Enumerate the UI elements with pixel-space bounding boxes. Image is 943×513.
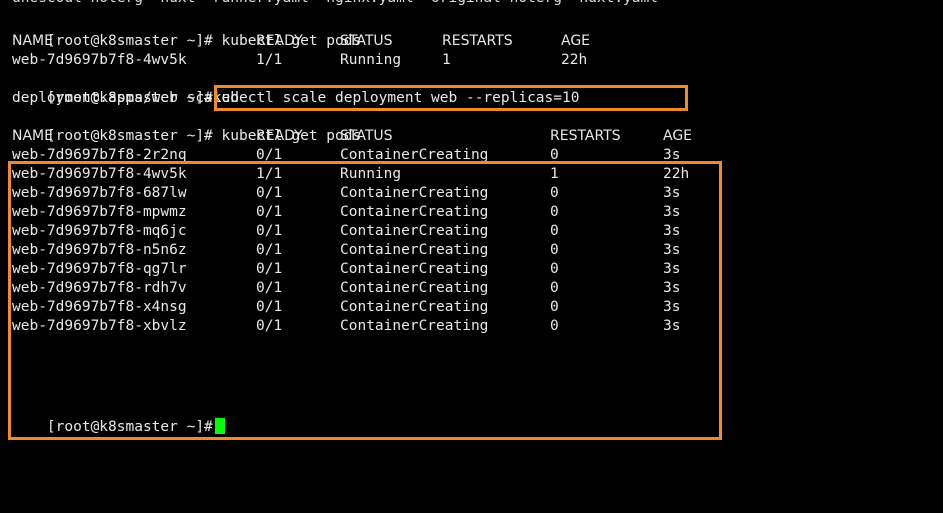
pod-name: web-7d9697b7f8-qg7lr [12,261,187,277]
pod-status: ContainerCreating [340,318,489,334]
table2-header-row: NAME READY STATUS RESTARTS AGE [12,127,712,146]
pod-ready: 0/1 [256,242,283,258]
pod-ready: 0/1 [256,147,283,163]
table-row: web-7d9697b7f8-4wv5k 1/1 Running 1 22h [12,51,712,70]
pod-status: ContainerCreating [340,299,489,315]
pod-restarts: 0 [550,147,559,163]
pod-restarts: 0 [550,299,559,315]
pod-ready: 0/1 [256,261,283,277]
table1-header-row: NAME READY STATUS RESTARTS AGE [12,32,712,51]
pod-restarts: 1 [442,52,451,68]
command-line-1: [root@k8smaster ~]# kubectl get pods [12,13,361,49]
col-header-status: STATUS [340,33,393,49]
col-header-restarts: RESTARTS [550,128,621,144]
col-header-name: NAME [12,33,53,49]
col-header-age: AGE [561,33,591,49]
pod-restarts: 0 [550,242,559,258]
pod-name: web-7d9697b7f8-mq6jc [12,223,187,239]
pod-name: web-7d9697b7f8-2r2nq [12,147,187,163]
pod-age: 3s [663,280,681,296]
pod-restarts: 0 [550,280,559,296]
pod-restarts: 0 [550,318,559,334]
pod-ready: 1/1 [256,52,283,68]
pod-status: ContainerCreating [340,185,489,201]
pod-age: 22h [561,52,588,68]
pod-restarts: 0 [550,204,559,220]
col-header-ready: READY [256,33,303,49]
pod-age: 3s [663,318,681,334]
pod-ready: 0/1 [256,280,283,296]
pod-status: ContainerCreating [340,223,489,239]
pod-name: web-7d9697b7f8-rdh7v [12,280,187,296]
col-header-restarts: RESTARTS [442,33,513,49]
active-prompt-line[interactable]: [root@k8smaster ~]# [12,399,225,435]
pod-age: 3s [663,242,681,258]
pod-ready: 0/1 [256,318,283,334]
command-line-3: [root@k8smaster ~]# kubectl get pods [12,108,361,144]
pod-age: 3s [663,147,681,163]
pod-ready: 0/1 [256,204,283,220]
pod-status: ContainerCreating [340,204,489,220]
pod-ready: 0/1 [256,223,283,239]
col-header-status: STATUS [340,128,393,144]
pod-status: ContainerCreating [340,242,489,258]
command-text: kubectl scale deployment web --replicas=… [212,89,580,106]
pod-age: 3s [663,261,681,277]
command-line-2: [root@k8smaster ~]#kubectl scale deploym… [12,70,580,106]
pod-age: 3s [663,299,681,315]
pod-restarts: 0 [550,261,559,277]
pod-name: web-7d9697b7f8-mpwmz [12,204,187,220]
pod-age: 3s [663,185,681,201]
pod-name: web-7d9697b7f8-x4nsg [12,299,187,315]
table-row: web-7d9697b7f8-rdh7v 0/1 ContainerCreati… [12,279,712,298]
table-row: web-7d9697b7f8-x4nsg 0/1 ContainerCreati… [12,298,712,317]
table-row: web-7d9697b7f8-xbvlz 0/1 ContainerCreati… [12,317,712,336]
scale-output: deployment.apps/web scaled [12,90,239,106]
col-header-ready: READY [256,128,303,144]
col-header-name: NAME [12,128,53,144]
table-row: web-7d9697b7f8-2r2nq 0/1 ContainerCreati… [12,146,712,165]
pod-status: ContainerCreating [340,280,489,296]
pod-age: 3s [663,223,681,239]
pod-restarts: 0 [550,223,559,239]
table-row: web-7d9697b7f8-4wv5k 1/1 Running 1 22h [12,165,712,184]
pod-status: ContainerCreating [340,147,489,163]
col-header-age: AGE [663,128,693,144]
table-row: web-7d9697b7f8-687lw 0/1 ContainerCreati… [12,184,712,203]
pod-name: web-7d9697b7f8-n5n6z [12,242,187,258]
pod-name: web-7d9697b7f8-4wv5k [12,52,187,68]
pod-status: ContainerCreating [340,261,489,277]
pod-restarts: 0 [550,185,559,201]
pod-ready: 0/1 [256,299,283,315]
table-row: web-7d9697b7f8-mpwmz 0/1 ContainerCreati… [12,203,712,222]
pod-status: Running [340,166,402,182]
table-row: web-7d9697b7f8-n5n6z 0/1 ContainerCreati… [12,241,712,260]
pod-ready: 1/1 [256,166,283,182]
pod-name: web-7d9697b7f8-687lw [12,185,187,201]
shell-prompt: [root@k8smaster ~]# [46,418,213,435]
pod-restarts: 1 [550,166,559,182]
terminal-window[interactable]: unescoul-noterg nuxt runner.yaml nginx.y… [0,0,943,513]
pod-age: 22h [663,166,690,182]
pod-name: web-7d9697b7f8-4wv5k [12,166,187,182]
table-row: web-7d9697b7f8-qg7lr 0/1 ContainerCreati… [12,260,712,279]
pod-name: web-7d9697b7f8-xbvlz [12,318,187,334]
pod-status: Running [340,52,402,68]
pod-age: 3s [663,204,681,220]
table-row: web-7d9697b7f8-mq6jc 0/1 ContainerCreati… [12,222,712,241]
pod-ready: 0/1 [256,185,283,201]
terminal-cursor [214,417,225,434]
cut-off-top-line: unescoul-noterg nuxt runner.yaml nginx.y… [12,0,658,8]
